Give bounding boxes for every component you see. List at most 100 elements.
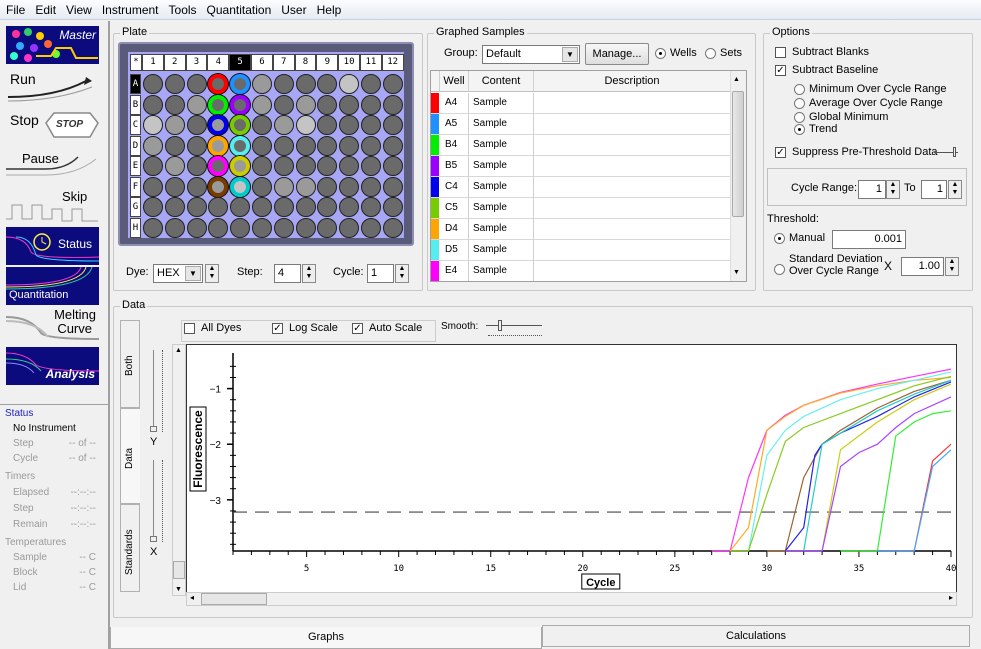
table-row[interactable]: C4 Sample <box>431 177 731 198</box>
dye-spinner[interactable]: ▲ ▼ <box>205 264 219 283</box>
melting-curve-button[interactable]: Melting Curve <box>6 307 99 345</box>
plate-well[interactable] <box>295 74 316 94</box>
scroll-thumb[interactable] <box>732 91 744 217</box>
manual-threshold-input[interactable]: 0.001 <box>832 230 906 249</box>
plate-well[interactable] <box>143 74 163 94</box>
menu-help[interactable]: Help <box>312 0 347 17</box>
plate-well[interactable] <box>361 94 381 115</box>
plate-well[interactable] <box>143 197 163 217</box>
suppress-slider-handle[interactable] <box>953 147 956 157</box>
plate-column-header[interactable]: 8 <box>294 54 317 71</box>
scroll-thumb[interactable] <box>201 593 267 605</box>
plate-well[interactable] <box>317 156 338 176</box>
plate-well[interactable] <box>164 176 185 197</box>
plate-column-header[interactable]: 7 <box>272 54 295 71</box>
cycle-to-input[interactable]: 1 <box>921 180 947 199</box>
plate-well[interactable] <box>273 74 294 94</box>
plate-well[interactable] <box>361 156 381 176</box>
group-select[interactable]: Default ▼ <box>482 45 580 64</box>
scroll-left-icon[interactable]: ◂ <box>190 593 194 602</box>
plate-well[interactable] <box>143 135 163 156</box>
tab-both[interactable]: Both <box>120 320 140 408</box>
table-header-content[interactable]: Content <box>469 71 534 92</box>
plate-row-header[interactable]: F <box>130 176 141 197</box>
wells-radio[interactable] <box>655 48 666 59</box>
plate-well[interactable] <box>230 74 251 94</box>
scroll-down-icon[interactable]: ▼ <box>733 269 740 276</box>
step-input[interactable]: 4 <box>274 264 301 283</box>
auto-scale-checkbox[interactable]: ✓ <box>352 323 363 334</box>
scroll-thumb[interactable] <box>173 561 185 579</box>
plate-well[interactable] <box>361 74 381 94</box>
plate-column-header[interactable]: 12 <box>381 54 404 71</box>
plate-well[interactable] <box>143 217 163 238</box>
plate-well[interactable] <box>230 94 251 115</box>
table-header-well[interactable]: Well <box>440 71 469 92</box>
plate-well[interactable] <box>295 94 316 115</box>
threshold-stddev-radio[interactable] <box>774 264 785 275</box>
plate-well[interactable] <box>317 115 338 135</box>
plate-well[interactable] <box>186 217 207 238</box>
plate-well[interactable] <box>164 197 185 217</box>
plate-column-header[interactable]: 4 <box>207 54 230 71</box>
x-slider-handle[interactable] <box>150 536 157 542</box>
table-scrollbar[interactable]: ▲ ▼ <box>730 71 746 281</box>
plate-well[interactable] <box>273 135 294 156</box>
plate-column-header[interactable]: 10 <box>338 54 360 71</box>
plate-well[interactable] <box>164 156 185 176</box>
plate-row-header[interactable]: C <box>130 115 141 135</box>
plate-well[interactable] <box>317 217 338 238</box>
menu-instrument[interactable]: Instrument <box>97 0 164 17</box>
plate-column-header[interactable]: 6 <box>251 54 273 71</box>
plate-well[interactable] <box>317 94 338 115</box>
plate-well[interactable] <box>186 176 207 197</box>
plate-well[interactable] <box>339 217 360 238</box>
plate-well[interactable] <box>317 176 338 197</box>
plate-well[interactable] <box>186 156 207 176</box>
plate-well[interactable] <box>339 135 360 156</box>
dye-select[interactable]: HEX ▼ <box>153 264 203 283</box>
plate-well[interactable] <box>382 74 403 94</box>
stddev-spinner[interactable]: ▲ ▼ <box>945 257 959 276</box>
plate-well[interactable] <box>273 115 294 135</box>
plate-well[interactable] <box>361 135 381 156</box>
plate-well[interactable] <box>186 135 207 156</box>
quantitation-button[interactable]: Quantitation <box>6 267 99 305</box>
plate-column-header[interactable]: 1 <box>142 54 164 71</box>
plate-well[interactable] <box>295 135 316 156</box>
plate-well[interactable] <box>252 156 272 176</box>
plate-well[interactable] <box>208 217 229 238</box>
plate-well[interactable] <box>208 115 229 135</box>
plate-well[interactable] <box>230 156 251 176</box>
plate-well[interactable] <box>339 74 360 94</box>
scroll-up-icon[interactable]: ▲ <box>733 76 740 83</box>
menu-file[interactable]: File <box>0 0 30 17</box>
cycle-spinner[interactable]: ▲ ▼ <box>395 264 409 283</box>
plate-well[interactable] <box>317 74 338 94</box>
plate-well[interactable] <box>143 176 163 197</box>
plate-well[interactable] <box>382 94 403 115</box>
tab-graphs[interactable]: Graphs <box>110 627 542 649</box>
plate-well[interactable] <box>143 115 163 135</box>
tab-standards[interactable]: Standards <box>120 504 140 592</box>
plate-well[interactable] <box>361 115 381 135</box>
table-row[interactable]: C5 Sample <box>431 198 731 219</box>
plate-row-header[interactable]: D <box>130 135 141 156</box>
y-slider-handle[interactable] <box>150 426 157 432</box>
menu-tools[interactable]: Tools <box>164 0 202 17</box>
plate-well[interactable] <box>273 94 294 115</box>
manage-button[interactable]: Manage... <box>585 43 649 65</box>
plot-hscrollbar[interactable]: ◂ ▸ <box>186 592 957 606</box>
plate-well[interactable] <box>273 197 294 217</box>
sets-radio[interactable] <box>705 48 716 59</box>
plate-well[interactable] <box>295 156 316 176</box>
baseline-trend-radio[interactable] <box>794 124 805 135</box>
tab-calculations[interactable]: Calculations <box>542 625 970 647</box>
plate-well[interactable] <box>230 176 251 197</box>
threshold-manual-radio[interactable] <box>774 233 785 244</box>
analysis-button[interactable]: Analysis <box>6 347 99 385</box>
plate-well[interactable] <box>252 197 272 217</box>
cycle-input[interactable]: 1 <box>367 264 394 283</box>
menu-quantitation[interactable]: Quantitation <box>202 0 277 17</box>
tab-data[interactable]: Data <box>120 408 140 504</box>
